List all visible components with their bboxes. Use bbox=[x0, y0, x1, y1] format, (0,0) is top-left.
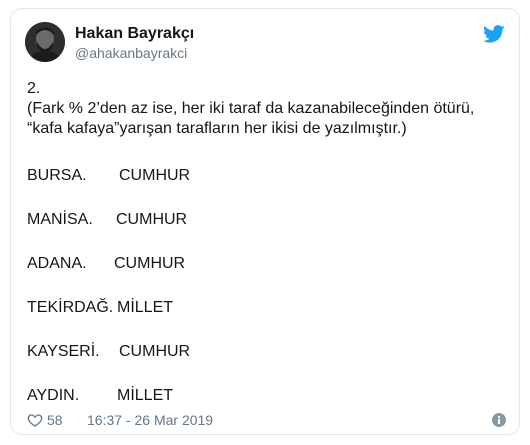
result-city: MANİSA. bbox=[27, 211, 93, 228]
user-handle[interactable]: @ahakanbayrakci bbox=[75, 44, 194, 62]
result-city: TEKİRDAĞ. bbox=[27, 299, 114, 316]
user-block: Hakan Bayrakçı @ahakanbayrakci bbox=[75, 24, 194, 62]
display-name[interactable]: Hakan Bayrakçı bbox=[75, 24, 194, 44]
timestamp-link[interactable]: 16:37 - 26 Mar 2019 bbox=[87, 411, 213, 429]
tweet-footer: 58 16:37 - 26 Mar 2019 bbox=[27, 411, 507, 429]
result-city: AYDIN. bbox=[27, 387, 80, 404]
result-city: KAYSERİ. bbox=[27, 343, 100, 360]
twitter-bird-icon[interactable] bbox=[483, 23, 505, 45]
tweet-text: 2. (Fark % 2’den az ise, her iki taraf d… bbox=[27, 79, 512, 139]
result-winner: MİLLET bbox=[117, 299, 174, 316]
result-winner: CUMHUR bbox=[119, 343, 191, 360]
result-winner: CUMHUR bbox=[119, 167, 191, 184]
result-winner: MİLLET bbox=[117, 387, 174, 404]
result-winner: CUMHUR bbox=[114, 255, 186, 272]
result-city: ADANA. bbox=[27, 255, 87, 272]
avatar[interactable] bbox=[25, 22, 65, 62]
tweet-card: Hakan Bayrakçı @ahakanbayrakci 2. (Fark … bbox=[10, 8, 520, 435]
tweet-line-note: (Fark % 2’den az ise, her iki taraf da k… bbox=[27, 100, 475, 117]
tweet-line-note-continued: “kafa kafaya”yarışan tarafların her ikis… bbox=[27, 120, 407, 137]
heart-icon[interactable] bbox=[27, 412, 43, 428]
result-winner: CUMHUR bbox=[116, 211, 188, 228]
result-city: BURSA. bbox=[27, 167, 87, 184]
avatar-image bbox=[25, 22, 65, 62]
tweet-line-number: 2. bbox=[27, 80, 41, 97]
like-count[interactable]: 58 bbox=[47, 411, 63, 429]
info-icon[interactable] bbox=[491, 412, 507, 428]
